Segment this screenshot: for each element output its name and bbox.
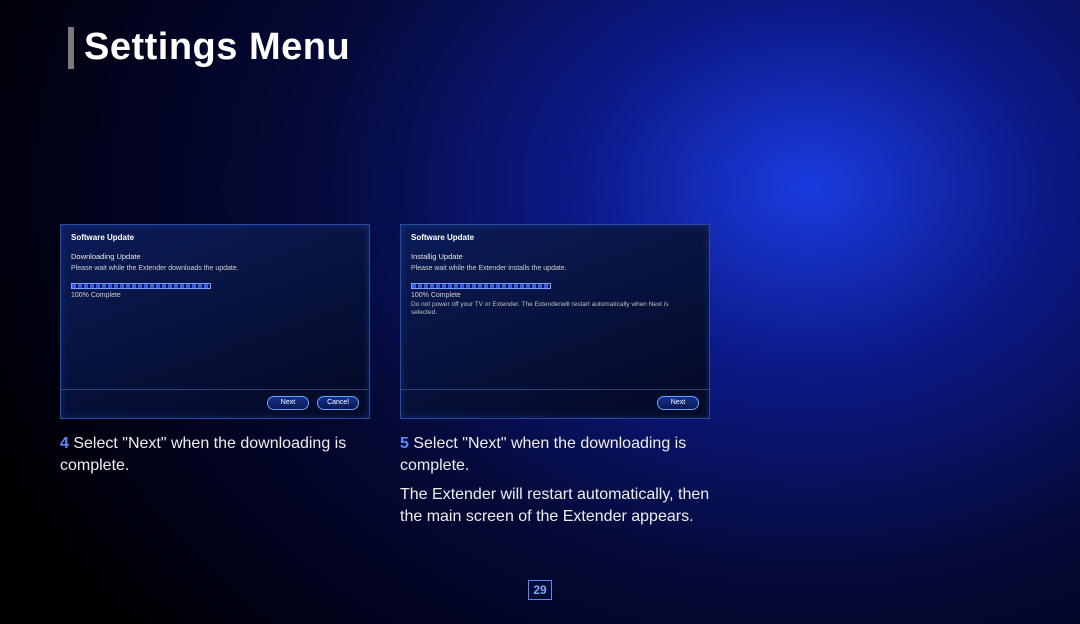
dialog-warning-note: Do not power off your TV or Extender. Th… [411, 301, 671, 317]
progress-percent: 100% Complete [411, 292, 699, 299]
progress-bar [411, 283, 551, 289]
title-accent-bar [68, 27, 74, 69]
dialog-subheader: Installig Update [411, 252, 699, 261]
dialog-header: Software Update [71, 233, 359, 242]
dialog-header: Software Update [411, 233, 699, 242]
software-update-install-dialog: Software Update Installig Update Please … [400, 224, 710, 419]
manual-page: Settings Menu Software Update Downloadin… [0, 0, 1080, 624]
step-4-caption: 4 Select "Next" when the downloading is … [60, 433, 370, 476]
next-button[interactable]: Next [267, 396, 309, 410]
next-button[interactable]: Next [657, 396, 699, 410]
step-4-column: Software Update Downloading Update Pleas… [60, 224, 370, 527]
step-5-caption: 5 Select "Next" when the downloading is … [400, 433, 710, 476]
step-5-caption-extra: The Extender will restart automatically,… [400, 484, 710, 527]
step-5-number: 5 [400, 435, 409, 452]
dialog-separator [61, 389, 369, 390]
step-5-column: Software Update Installig Update Please … [400, 224, 710, 527]
dialog-message: Please wait while the Extender installs … [411, 264, 699, 273]
dialog-subheader: Downloading Update [71, 252, 359, 261]
page-title: Settings Menu [84, 26, 350, 69]
page-title-row: Settings Menu [68, 26, 1020, 69]
dialog-button-row: Next [657, 396, 699, 410]
dialog-separator [401, 389, 709, 390]
software-update-download-dialog: Software Update Downloading Update Pleas… [60, 224, 370, 419]
panels-row: Software Update Downloading Update Pleas… [60, 224, 1020, 527]
step-4-number: 4 [60, 435, 69, 452]
dialog-message: Please wait while the Extender downloads… [71, 264, 359, 273]
step-4-text: Select "Next" when the downloading is co… [60, 435, 346, 474]
progress-bar [71, 283, 211, 289]
progress-percent: 100% Complete [71, 292, 359, 299]
dialog-button-row: Next Cancel [267, 396, 359, 410]
step-5-text: Select "Next" when the downloading is co… [400, 435, 686, 474]
cancel-button[interactable]: Cancel [317, 396, 359, 410]
page-number-box: 29 [528, 580, 552, 600]
